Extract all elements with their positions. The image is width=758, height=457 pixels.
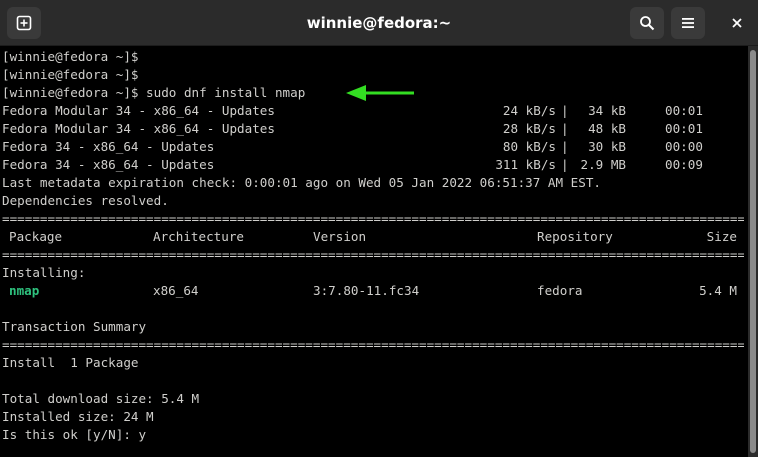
repo-time: 00:09: [665, 157, 703, 172]
terminal-window: winnie@fedora:~ [winnie@fedora ~]$ [winn…: [0, 0, 758, 457]
package-version: 3:7.80-11.fc34: [313, 283, 420, 298]
menu-button[interactable]: [671, 7, 705, 39]
repo-time: 00:00: [665, 139, 703, 154]
title-bar: winnie@fedora:~: [0, 0, 758, 46]
new-tab-button[interactable]: [7, 7, 41, 39]
new-tab-icon: [16, 15, 32, 31]
command-line: [winnie@fedora ~]$ sudo dnf install nmap: [2, 85, 306, 100]
hamburger-menu-icon: [682, 18, 694, 28]
package-name: nmap: [9, 283, 40, 298]
repo-time: 00:01: [665, 103, 703, 118]
close-button[interactable]: [720, 7, 754, 39]
installing-label: Installing:: [2, 265, 86, 280]
package-repository: fedora: [537, 283, 583, 298]
search-button[interactable]: [630, 7, 664, 39]
deps-line: Dependencies resolved.: [2, 193, 169, 208]
repo-name: Fedora Modular 34 - x86_64 - Updates: [2, 121, 275, 136]
install-count-line: Install 1 Package: [2, 355, 139, 370]
repo-size: 2.9 MB: [580, 157, 627, 172]
summary-title: Transaction Summary: [2, 319, 147, 334]
header-version: Version: [313, 229, 367, 244]
separator: |: [561, 103, 569, 118]
header-architecture: Architecture: [153, 229, 244, 244]
header-size: Size: [706, 229, 737, 244]
repo-time: 00:01: [665, 121, 703, 136]
prompt-line: [winnie@fedora ~]$: [2, 67, 139, 82]
left-arrow-icon: [346, 85, 414, 101]
repo-name: Fedora 34 - x86_64 - Updates: [2, 157, 215, 172]
download-size-line: Total download size: 5.4 M: [2, 391, 200, 406]
repo-speed: 80 kB/s: [502, 139, 556, 154]
header-package: Package: [9, 229, 63, 244]
scrollbar-thumb[interactable]: [750, 50, 756, 453]
repo-name: Fedora Modular 34 - x86_64 - Updates: [2, 103, 275, 118]
repo-size: 30 kB: [588, 139, 626, 154]
metadata-line: Last metadata expiration check: 0:00:01 …: [2, 175, 601, 190]
separator: |: [561, 121, 569, 136]
rule-line: ========================================…: [2, 247, 744, 262]
package-arch: x86_64: [153, 283, 199, 298]
package-size: 5.4 M: [699, 283, 737, 298]
installed-size-line: Installed size: 24 M: [2, 409, 154, 424]
repo-name: Fedora 34 - x86_64 - Updates: [2, 139, 215, 154]
confirm-prompt: Is this ok [y/N]: y: [2, 427, 147, 442]
repo-size: 48 kB: [588, 121, 626, 136]
repo-speed: 24 kB/s: [502, 103, 556, 118]
rule-line: ========================================…: [2, 337, 744, 352]
prompt-line: [winnie@fedora ~]$: [2, 49, 139, 64]
repo-speed: 311 kB/s: [495, 157, 556, 172]
separator: |: [561, 157, 569, 172]
close-icon: [732, 18, 742, 28]
header-repository: Repository: [537, 229, 613, 244]
separator: |: [561, 139, 569, 154]
rule-line: ========================================…: [2, 211, 744, 226]
scrollbar[interactable]: [748, 46, 758, 457]
repo-size: 34 kB: [588, 103, 626, 118]
terminal-output[interactable]: [winnie@fedora ~]$ [winnie@fedora ~]$ [w…: [0, 46, 748, 457]
search-icon: [640, 16, 655, 31]
repo-speed: 28 kB/s: [502, 121, 556, 136]
